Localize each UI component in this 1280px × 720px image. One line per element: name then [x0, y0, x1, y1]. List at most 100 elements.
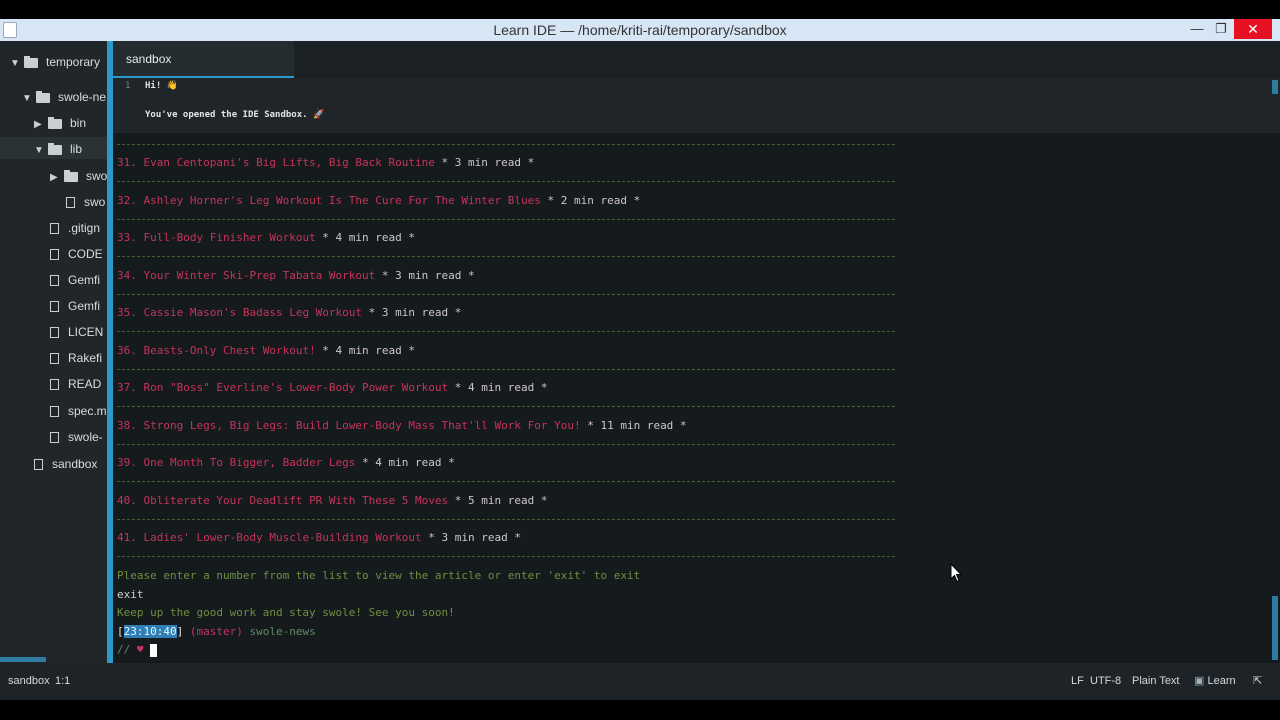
- editor-pane[interactable]: 1 Hi! 👋 You've opened the IDE Sandbox. 🚀: [113, 78, 1280, 133]
- tree-item-label: spec.m: [68, 404, 107, 418]
- tree-root-temporary[interactable]: ▼ temporary: [10, 51, 100, 73]
- article-number: 35.: [117, 306, 137, 319]
- tree-item-file[interactable]: swole-: [50, 426, 103, 448]
- article-title: Cassie Mason's Badass Leg Workout: [143, 306, 363, 319]
- article-number: 41.: [117, 531, 137, 544]
- article-number: 40.: [117, 493, 137, 507]
- editor-scrollbar[interactable]: [1272, 80, 1278, 94]
- file-icon: [50, 353, 59, 365]
- line-number: 1: [125, 81, 131, 91]
- tree-item-label: Rakefi: [68, 351, 103, 365]
- separator-line: [117, 481, 895, 482]
- tree-item-label: temporary: [46, 55, 101, 69]
- article-read-time: * 4 min read *: [448, 381, 548, 394]
- tree-item-file[interactable]: Gemfi: [50, 269, 100, 291]
- project-name: swole-news: [249, 625, 316, 638]
- tree-item-file[interactable]: CODE: [50, 243, 103, 265]
- status-line-ending[interactable]: LF: [1071, 663, 1084, 700]
- tree-item-file[interactable]: READ: [50, 373, 101, 395]
- article-number: 37.: [117, 381, 137, 394]
- article-number: 34.: [117, 268, 137, 282]
- article-read-time: * 2 min read *: [540, 193, 641, 207]
- timestamp: 23:10:40: [123, 625, 177, 638]
- folder-icon: [24, 55, 38, 68]
- prompt-symbol: //: [117, 643, 131, 656]
- tree-item-file[interactable]: .gitign: [50, 217, 100, 239]
- file-icon: [34, 459, 43, 471]
- tab-label: sandbox: [126, 52, 172, 66]
- separator-line: [117, 218, 895, 220]
- separator-line: [117, 556, 895, 557]
- article-number: 36.: [117, 343, 137, 357]
- article-row: 39. One Month To Bigger, Badder Legs * 4…: [117, 455, 455, 471]
- tree-item-label: swole-: [68, 430, 103, 444]
- terminal-status-line: [23:10:40] (master) swole-news: [117, 624, 316, 640]
- maximize-button[interactable]: ❐: [1206, 19, 1236, 39]
- popout-icon[interactable]: ⇱: [1253, 663, 1262, 700]
- article-row: 32. Ashley Horner's Leg Workout Is The C…: [117, 193, 640, 209]
- tree-item-label: lib: [70, 142, 83, 156]
- tree-item-file[interactable]: sandbox: [34, 453, 97, 475]
- tree-item-folder[interactable]: ▶ bin: [34, 112, 86, 134]
- terminal-user-input: exit: [117, 588, 144, 601]
- sidebar-scrollbar[interactable]: [0, 657, 46, 662]
- editor-line-1: Hi! 👋: [145, 81, 178, 91]
- article-row: 34. Your Winter Ski-Prep Tabata Workout …: [117, 268, 475, 284]
- folder-icon: [36, 90, 50, 103]
- article-title: Evan Centopani's Big Lifts, Big Back Rou…: [143, 156, 435, 169]
- file-icon: [50, 432, 59, 444]
- article-read-time: * 4 min read *: [315, 343, 416, 357]
- terminal-cursor: [150, 643, 158, 657]
- tree-item-label: LICEN: [68, 325, 104, 339]
- file-icon: [66, 197, 75, 209]
- article-row: 31. Evan Centopani's Big Lifts, Big Back…: [117, 155, 534, 171]
- status-cursor-position[interactable]: 1:1: [55, 663, 70, 700]
- terminal-scrollbar[interactable]: [1272, 596, 1278, 660]
- learn-button[interactable]: ▣ Learn: [1194, 663, 1236, 700]
- tree-item-label: Gemfi: [68, 273, 101, 287]
- article-number: 38.: [117, 418, 137, 432]
- status-grammar[interactable]: Plain Text: [1132, 663, 1180, 700]
- tree-item-label: CODE: [68, 247, 103, 261]
- tree-item-file[interactable]: Gemfi: [50, 295, 100, 317]
- tree-item-folder[interactable]: ▼ swole-ne: [22, 86, 106, 108]
- file-icon: [50, 249, 59, 261]
- article-title: Ladies' Lower-Body Muscle-Building Worko…: [143, 531, 422, 544]
- tree-item-file[interactable]: spec.m: [50, 400, 107, 422]
- tab-bar: sandbox: [113, 41, 1280, 78]
- tree-item-folder[interactable]: ▶ swo: [50, 165, 107, 187]
- article-read-time: * 11 min read *: [580, 418, 687, 432]
- article-number: 31.: [117, 156, 137, 169]
- separator-line: [117, 368, 895, 370]
- article-read-time: * 5 min read *: [448, 493, 548, 507]
- article-title: Ron "Boss" Everline's Lower-Body Power W…: [143, 381, 449, 394]
- tree-item-file[interactable]: LICEN: [50, 321, 103, 343]
- terminal-panel[interactable]: 31. Evan Centopani's Big Lifts, Big Back…: [113, 133, 1280, 663]
- tab-sandbox[interactable]: sandbox: [113, 41, 294, 78]
- status-encoding[interactable]: UTF-8: [1090, 663, 1121, 700]
- file-icon: [50, 406, 59, 418]
- article-row: 33. Full-Body Finisher Workout * 4 min r…: [117, 230, 415, 246]
- tree-item-label: sandbox: [52, 457, 98, 471]
- separator-line: [117, 144, 895, 145]
- tree-item-label: swole-ne: [58, 90, 107, 104]
- article-read-time: * 3 min read *: [375, 268, 475, 282]
- article-read-time: * 4 min read *: [355, 456, 455, 469]
- terminal-input-line[interactable]: // ♥: [117, 642, 158, 658]
- article-row: 36. Beasts-Only Chest Workout! * 4 min r…: [117, 343, 415, 359]
- close-button[interactable]: ✕: [1234, 19, 1272, 39]
- article-row: 40. Obliterate Your Deadlift PR With The…: [117, 493, 547, 509]
- article-read-time: * 4 min read *: [315, 231, 416, 244]
- tree-item-file[interactable]: Rakefi: [50, 347, 102, 369]
- tree-item-folder[interactable]: ▼ lib: [34, 138, 82, 160]
- separator-line: [117, 331, 895, 332]
- terminal-icon: ▣: [1194, 675, 1205, 687]
- heart-icon: ♥: [136, 643, 144, 656]
- tree-item-file[interactable]: swo: [66, 191, 105, 213]
- article-row: 37. Ron "Boss" Everline's Lower-Body Pow…: [117, 380, 547, 396]
- article-number: 33.: [117, 231, 137, 244]
- status-file-name[interactable]: sandbox: [8, 663, 50, 700]
- article-title: Ashley Horner's Leg Workout Is The Cure …: [143, 193, 541, 207]
- tree-item-label: .gitign: [68, 221, 101, 235]
- article-title: Beasts-Only Chest Workout!: [143, 343, 316, 357]
